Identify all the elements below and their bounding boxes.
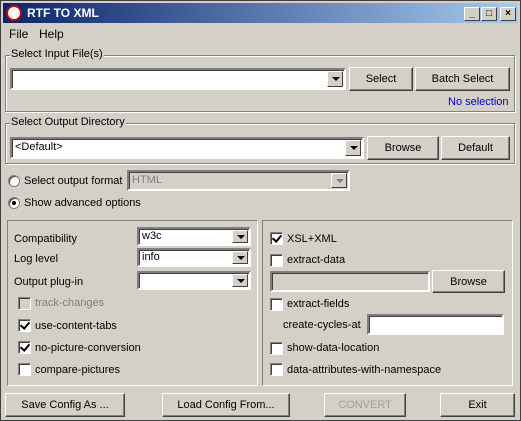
compatibility-label: Compatibility bbox=[14, 233, 77, 245]
selection-status: No selection bbox=[448, 96, 509, 108]
load-config-button[interactable]: Load Config From... bbox=[162, 393, 290, 417]
chevron-down-icon[interactable] bbox=[345, 140, 361, 156]
use-content-tabs-checkbox[interactable] bbox=[18, 319, 31, 332]
extract-fields-checkbox[interactable] bbox=[270, 298, 283, 311]
browse-output-button[interactable]: Browse bbox=[367, 136, 439, 160]
menu-help[interactable]: Help bbox=[39, 27, 64, 41]
extract-data-label: extract-data bbox=[287, 254, 346, 266]
menu-file[interactable]: File bbox=[9, 27, 28, 41]
chevron-down-icon[interactable] bbox=[331, 173, 347, 188]
track-changes-checkbox[interactable] bbox=[18, 297, 31, 310]
log-level-select[interactable]: info bbox=[137, 248, 251, 267]
default-output-button[interactable]: Default bbox=[441, 136, 510, 160]
xsl-xml-label: XSL+XML bbox=[287, 233, 337, 245]
show-data-location-checkbox[interactable] bbox=[270, 342, 283, 355]
chevron-down-icon[interactable] bbox=[232, 251, 248, 264]
output-plugin-select[interactable] bbox=[137, 271, 251, 290]
app-logo-icon bbox=[6, 5, 22, 21]
create-cycles-input[interactable] bbox=[367, 314, 504, 335]
save-config-button[interactable]: Save Config As ... bbox=[5, 393, 125, 417]
minimize-button[interactable]: _ bbox=[464, 7, 480, 21]
chevron-down-icon[interactable] bbox=[327, 71, 343, 87]
no-picture-conversion-checkbox[interactable] bbox=[18, 341, 31, 354]
compare-pictures-checkbox[interactable] bbox=[18, 363, 31, 376]
chevron-down-icon[interactable] bbox=[232, 230, 248, 243]
title-bar[interactable]: RTF TO XML _ □ × bbox=[3, 3, 518, 23]
output-format-label: Select output format bbox=[24, 175, 123, 187]
maximize-button[interactable]: □ bbox=[481, 7, 497, 21]
track-changes-label: track-changes bbox=[35, 297, 105, 309]
output-plugin-label: Output plug-in bbox=[14, 276, 84, 288]
namespace-label: data-attributes-with-namespace bbox=[287, 364, 442, 376]
convert-button[interactable]: CONVERT bbox=[324, 393, 406, 417]
log-level-label: Log level bbox=[14, 253, 59, 265]
batch-select-button[interactable]: Batch Select bbox=[415, 67, 510, 91]
advanced-options-label: Show advanced options bbox=[24, 197, 141, 209]
app-window: RTF TO XML _ □ × File Help Select Input … bbox=[0, 0, 521, 421]
window-title: RTF TO XML bbox=[27, 6, 99, 20]
compatibility-select[interactable]: w3c bbox=[137, 227, 251, 246]
output-dir-group-title: Select Output Directory bbox=[10, 116, 126, 128]
exit-button[interactable]: Exit bbox=[440, 393, 515, 417]
show-data-location-label: show-data-location bbox=[287, 342, 380, 354]
use-content-tabs-label: use-content-tabs bbox=[35, 320, 117, 332]
extract-fields-label: extract-fields bbox=[287, 298, 350, 310]
xsl-xml-checkbox[interactable] bbox=[270, 232, 283, 245]
extract-data-checkbox[interactable] bbox=[270, 254, 283, 267]
extract-data-browse-button[interactable]: Browse bbox=[432, 270, 505, 293]
namespace-checkbox[interactable] bbox=[270, 363, 283, 376]
output-dir-value: <Default> bbox=[15, 141, 63, 153]
output-format-radio[interactable] bbox=[8, 175, 20, 187]
extract-data-field[interactable] bbox=[270, 271, 430, 292]
chevron-down-icon[interactable] bbox=[232, 274, 248, 287]
menu-bar: File Help bbox=[3, 24, 518, 44]
compare-pictures-label: compare-pictures bbox=[35, 364, 120, 376]
no-picture-conversion-label: no-picture-conversion bbox=[35, 342, 141, 354]
select-button[interactable]: Select bbox=[349, 67, 413, 91]
advanced-options-radio[interactable] bbox=[8, 197, 20, 209]
input-files-group-title: Select Input File(s) bbox=[10, 48, 104, 60]
input-file-combo[interactable] bbox=[10, 68, 346, 90]
create-cycles-label: create-cycles-at bbox=[283, 319, 361, 331]
output-dir-combo[interactable]: <Default> bbox=[10, 137, 364, 159]
output-format-select[interactable]: HTML bbox=[127, 170, 350, 191]
close-button[interactable]: × bbox=[500, 7, 516, 21]
